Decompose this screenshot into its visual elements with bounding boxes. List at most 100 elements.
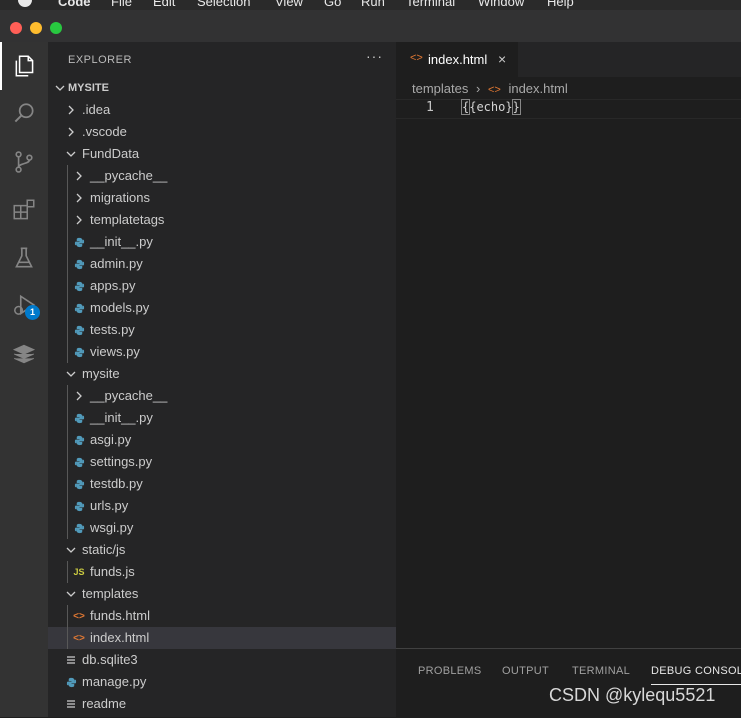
- editor-area: <> index.html × templates › <> index.htm…: [396, 42, 741, 718]
- tree-item-label: funds.html: [90, 608, 150, 623]
- debug-badge: 1: [25, 305, 40, 320]
- chevron-right-icon: [71, 385, 87, 407]
- search-activity[interactable]: [0, 90, 48, 138]
- tree-file[interactable]: apps.py: [48, 275, 396, 297]
- menu-edit[interactable]: Edit: [153, 0, 175, 9]
- tree-item-label: apps.py: [90, 278, 136, 293]
- tree-folder[interactable]: static/js: [48, 539, 396, 561]
- extensions-activity[interactable]: [0, 186, 48, 234]
- close-tab-icon[interactable]: ×: [498, 51, 506, 67]
- tree-folder[interactable]: mysite: [48, 363, 396, 385]
- extensions-icon: [13, 199, 35, 220]
- flask-icon: [15, 247, 33, 268]
- tree-file[interactable]: manage.py: [48, 671, 396, 693]
- tree-file[interactable]: views.py: [48, 341, 396, 363]
- html-file-icon: <>: [73, 632, 85, 644]
- chevron-right-icon: [71, 187, 87, 209]
- workspace-root[interactable]: MYSITE: [48, 77, 396, 99]
- tree-file[interactable]: __init__.py: [48, 407, 396, 429]
- python-file-icon: [71, 275, 87, 297]
- tree-file[interactable]: testdb.py: [48, 473, 396, 495]
- menu-code[interactable]: Code: [58, 0, 91, 9]
- menu-terminal[interactable]: Terminal: [406, 0, 455, 9]
- tab-output[interactable]: OUTPUT: [502, 665, 549, 677]
- tab-debug-console[interactable]: DEBUG CONSOLE: [651, 665, 741, 685]
- tab-index-html[interactable]: <> index.html ×: [396, 42, 518, 77]
- workspace-root-label: MYSITE: [68, 82, 109, 94]
- breadcrumb-folder[interactable]: templates: [412, 81, 468, 96]
- tree-file[interactable]: readme: [48, 693, 396, 715]
- tree-folder[interactable]: FundData: [48, 143, 396, 165]
- python-file-icon: [71, 429, 87, 451]
- tree-item-label: .idea: [82, 102, 111, 117]
- chevron-right-icon: [71, 209, 87, 231]
- tree-item-label: index.html: [90, 630, 150, 645]
- menu-help[interactable]: Help: [547, 0, 574, 9]
- code-close-brace: }: [511, 99, 521, 115]
- menu-view[interactable]: View: [275, 0, 303, 9]
- explorer-activity[interactable]: [0, 42, 48, 90]
- tree-file[interactable]: urls.py: [48, 495, 396, 517]
- close-window-button[interactable]: [10, 22, 22, 34]
- indent-guide: [67, 605, 68, 627]
- tree-file[interactable]: db.sqlite3: [48, 649, 396, 671]
- indent-guide: [67, 429, 68, 451]
- tree-file[interactable]: JS funds.js: [48, 561, 396, 583]
- tree-folder[interactable]: migrations: [48, 187, 396, 209]
- python-file-icon: [71, 231, 87, 253]
- tree-folder[interactable]: __pycache__: [48, 165, 396, 187]
- tree-item-label: db.sqlite3: [82, 652, 138, 667]
- tree-file[interactable]: __init__.py: [48, 231, 396, 253]
- tree-file[interactable]: settings.py: [48, 451, 396, 473]
- tree-file[interactable]: <> index.html: [48, 627, 396, 649]
- source-control-icon: [15, 151, 33, 173]
- tree-item-label: wsgi.py: [90, 520, 134, 535]
- apple-menu-icon[interactable]: [18, 0, 32, 7]
- line-number: 1: [426, 100, 434, 115]
- tree-folder[interactable]: templates: [48, 583, 396, 605]
- macos-menubar: Code File Edit Selection View Go Run Ter…: [0, 0, 741, 10]
- breadcrumb-file[interactable]: index.html: [508, 81, 567, 96]
- menu-selection[interactable]: Selection: [197, 0, 250, 9]
- tree-file[interactable]: models.py: [48, 297, 396, 319]
- tree-item-label: models.py: [90, 300, 150, 315]
- menu-go[interactable]: Go: [324, 0, 341, 9]
- indent-guide: [67, 341, 68, 363]
- tree-folder[interactable]: __pycache__: [48, 385, 396, 407]
- indent-guide: [67, 231, 68, 253]
- tree-file[interactable]: wsgi.py: [48, 517, 396, 539]
- tree-folder[interactable]: .idea: [48, 99, 396, 121]
- minimize-window-button[interactable]: [30, 22, 42, 34]
- more-actions-icon[interactable]: ···: [366, 48, 383, 64]
- tree-item-label: readme: [82, 696, 127, 711]
- tree-file[interactable]: <> funds.html: [48, 605, 396, 627]
- tree-item-label: admin.py: [90, 256, 143, 271]
- html-file-icon: <>: [410, 52, 423, 64]
- code-text: {echo}: [469, 100, 513, 114]
- source-control-activity[interactable]: [0, 138, 48, 186]
- chevron-right-icon: [63, 99, 79, 121]
- code-line[interactable]: {{echo}}: [460, 99, 521, 115]
- menu-run[interactable]: Run: [361, 0, 385, 9]
- search-icon: [14, 103, 34, 123]
- chevron-down-icon: [52, 77, 68, 99]
- run-debug-activity[interactable]: 1: [0, 282, 48, 330]
- tree-folder[interactable]: .vscode: [48, 121, 396, 143]
- tree-file[interactable]: tests.py: [48, 319, 396, 341]
- tree-file[interactable]: asgi.py: [48, 429, 396, 451]
- tree-file[interactable]: admin.py: [48, 253, 396, 275]
- tree-item-label: mysite: [82, 366, 120, 381]
- database-activity[interactable]: [0, 330, 48, 378]
- python-file-icon: [71, 451, 87, 473]
- tree-folder[interactable]: templatetags: [48, 209, 396, 231]
- testing-activity[interactable]: [0, 234, 48, 282]
- menu-file[interactable]: File: [111, 0, 132, 9]
- tab-terminal[interactable]: TERMINAL: [572, 665, 630, 677]
- indent-guide: [67, 451, 68, 473]
- maximize-window-button[interactable]: [50, 22, 62, 34]
- menu-window[interactable]: Window: [478, 0, 524, 9]
- text-file-icon: [63, 649, 79, 671]
- indent-guide: [67, 275, 68, 297]
- tab-problems[interactable]: PROBLEMS: [418, 665, 482, 677]
- indent-guide: [67, 517, 68, 539]
